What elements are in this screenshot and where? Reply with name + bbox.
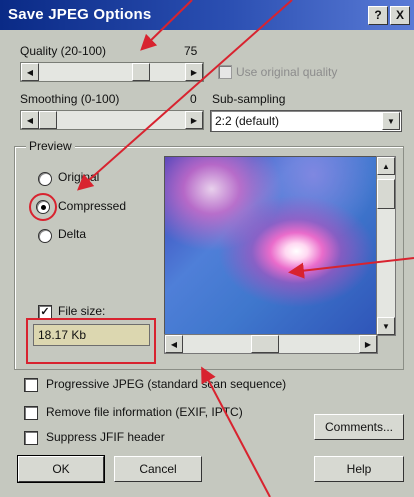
arrow-to-file-size-icon — [201, 366, 271, 497]
arrow-to-quality-icon — [140, 0, 193, 51]
arrow-to-preview-icon — [288, 257, 414, 279]
annotation-arrows — [77, 0, 414, 497]
arrow-to-compressed-icon — [77, 0, 293, 191]
